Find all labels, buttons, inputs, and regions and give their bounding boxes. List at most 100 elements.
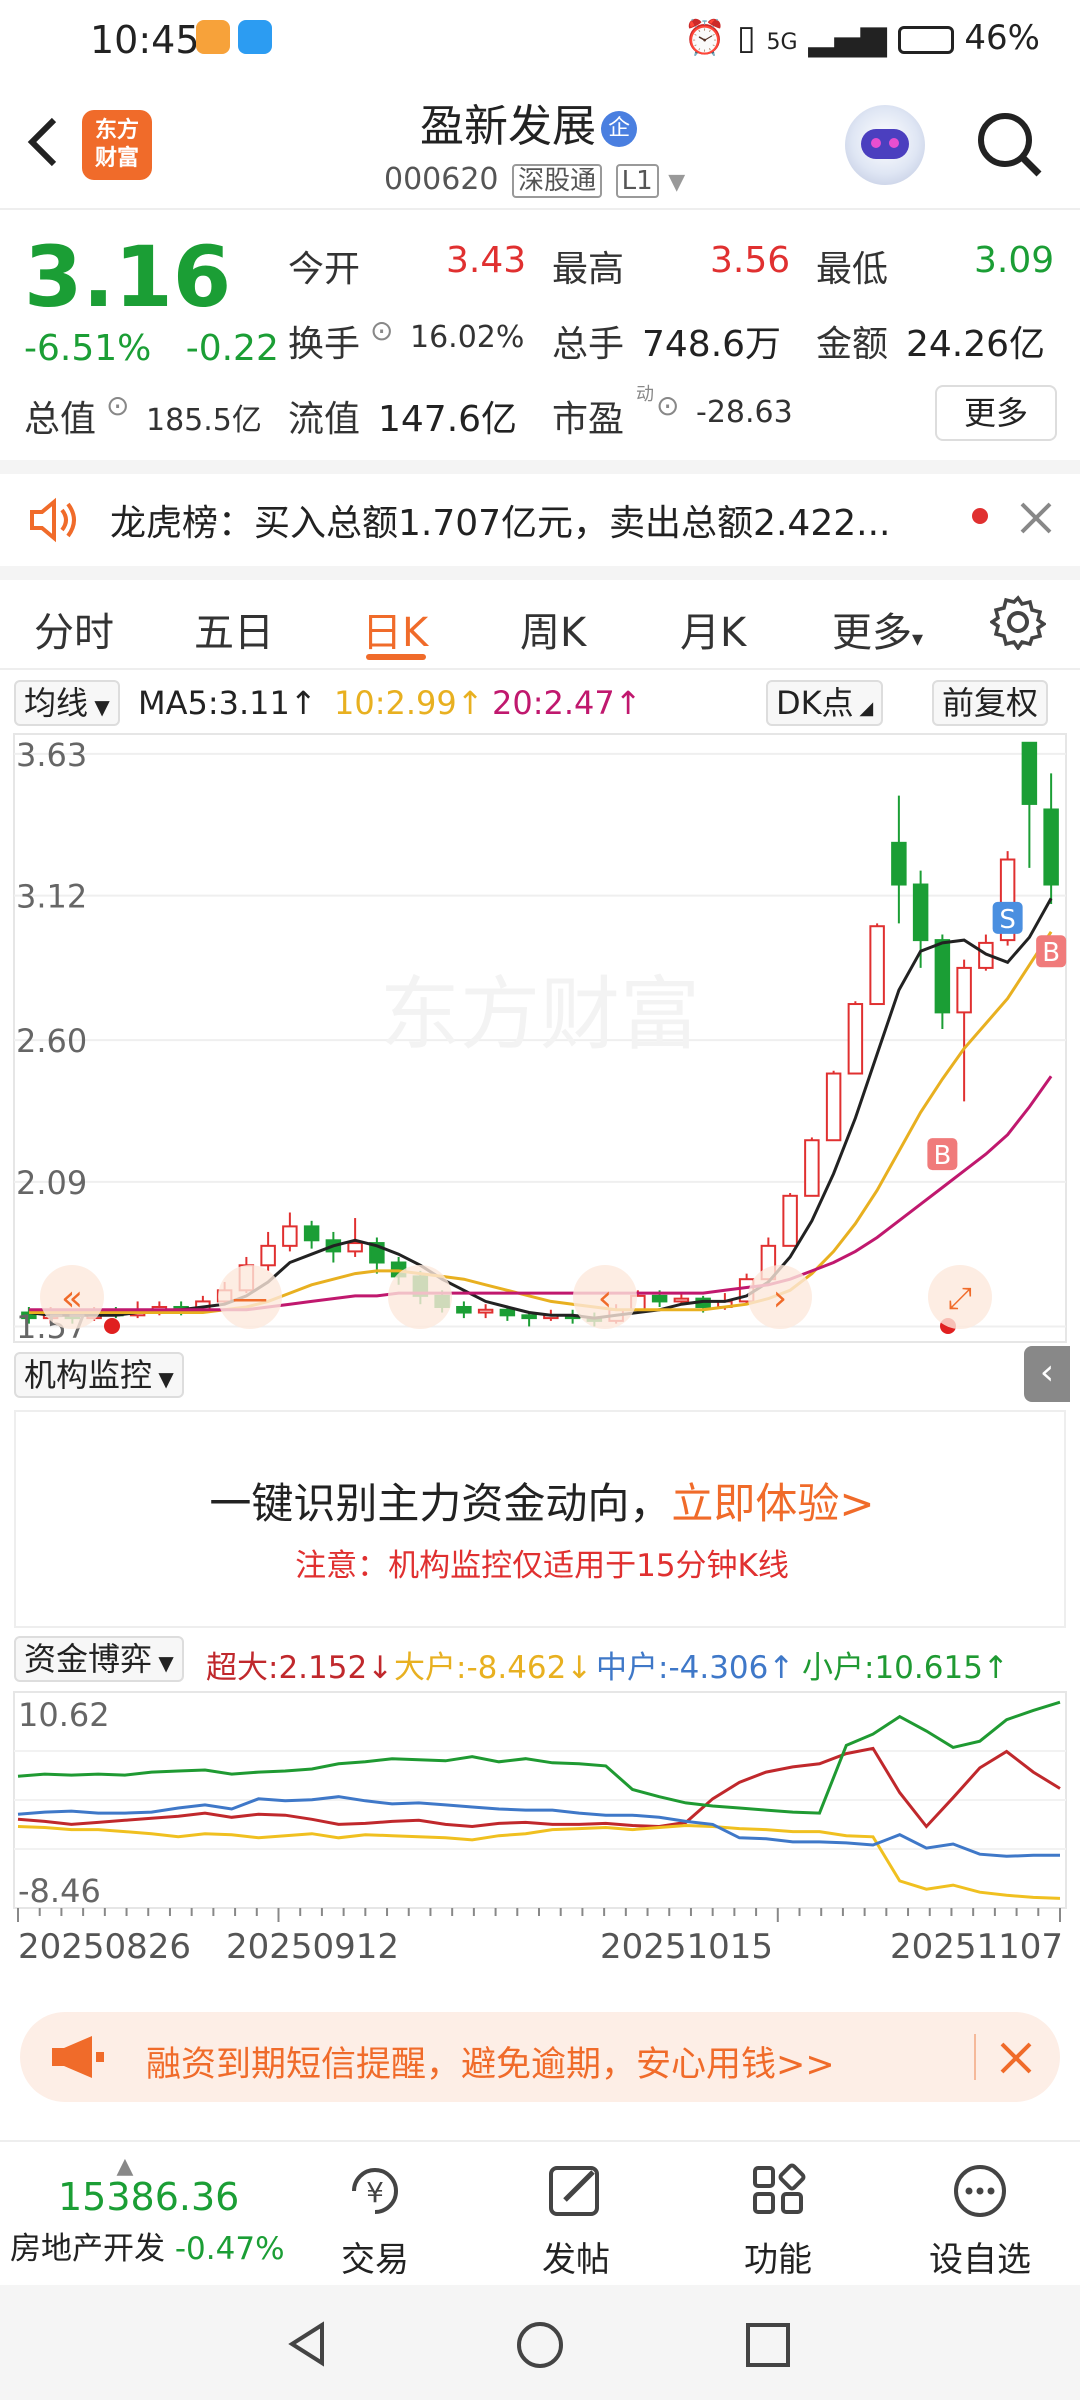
sector-index[interactable]: ▲ 15386.36 房地产开发 -0.47% [10,2154,310,2268]
tab-more[interactable]: 更多▾ [832,600,923,658]
kline-chart[interactable]: 东方财富 3.63 3.12 2.60 2.09 1.57 SBB « — ‹ › ⤢ [0,732,1080,1346]
chevron-left-icon: ‹ [598,1278,612,1319]
dropdown-icon: ▼ [152,1651,174,1675]
search-icon [978,113,1042,177]
high-value: 3.56 [710,240,791,281]
amount-label: 金额 [816,324,889,365]
sector-change: -0.47% [174,2231,285,2267]
edit-icon [549,2166,599,2216]
trade-button[interactable]: ¥ 交易 [305,2160,445,2281]
more-dots-icon [954,2165,1006,2217]
dk-label: DK点 [776,684,854,722]
close-icon[interactable] [1018,500,1054,536]
pe-superscript: 动 [636,384,654,405]
financing-reminder-banner[interactable]: 融资到期短信提醒，避免逾期，安心用钱>> [20,2012,1060,2102]
zoom-in-button[interactable] [388,1265,452,1329]
more-quote-button[interactable]: 更多 [935,385,1057,441]
post-label: 发帖 [542,2240,610,2280]
institution-selector[interactable]: 机构监控 ▼ [14,1352,184,1398]
svg-text:S: S [999,905,1016,935]
fund-ymax-label: 10.62 [18,1696,110,1734]
large-value: 大户:-8.462↓ [394,1650,593,1686]
candle [804,1137,820,1197]
info-icon[interactable]: ⊙ [656,389,679,422]
fund-flow-chart[interactable]: 10.62 -8.46 20250826 20250912 20251015 2… [0,1690,1080,1990]
section-divider [0,566,1080,580]
low-label: 最低 [816,249,889,290]
volume-value: 748.6万 [642,324,782,365]
info-icon[interactable]: ⊙ [370,314,393,347]
candle [934,934,951,1030]
nav-recents-icon[interactable] [744,2321,792,2369]
speaker-icon [30,497,76,543]
total-cap-label: 总值 [24,399,97,440]
gear-icon[interactable] [990,594,1046,650]
dk-point-button[interactable]: DK点 ◢ [766,680,884,726]
nav-home-icon[interactable] [514,2319,566,2371]
ma20-value: 20:2.47↑ [492,684,642,722]
try-now-link[interactable]: 立即体验> [671,1479,874,1528]
tab-intraday[interactable]: 分时 [34,600,114,658]
app-logo[interactable]: 东方 财富 [82,110,152,180]
chart-tabs: 分时 五日 日K 周K 月K 更多▾ [0,580,1080,670]
ma10-value: 10:2.99↑ [334,684,484,722]
institution-selector-label: 机构监控 [24,1356,153,1394]
add-favorite-button[interactable]: 设自选 [910,2160,1050,2281]
y-tick-label: 3.12 [16,878,87,916]
watermark: 东方财富 [380,968,700,1061]
change-percent: -6.51% [24,328,152,369]
search-button[interactable] [975,110,1045,180]
battery-percent: 46% [964,18,1040,58]
low-value: 3.09 [974,240,1055,281]
turnover-label: 换手 [288,324,361,365]
institution-monitor-panel[interactable]: 一键识别主力资金动向，立即体验> 注意：机构监控仅适用于15分钟K线 [14,1410,1066,1628]
logo-text-bottom: 财富 [94,146,139,171]
fund-selector[interactable]: 资金博弈 ▼ [14,1636,184,1682]
candle [347,1218,363,1257]
adjust-button[interactable]: 前复权 [932,680,1049,726]
fund-selector-label: 资金博弈 [24,1640,153,1678]
add-favorite-label: 设自选 [929,2240,1031,2280]
pe-value: -28.63 [696,395,793,430]
nav-back-icon[interactable] [282,2319,332,2369]
date-label: 20250912 [226,1927,399,1967]
candle [847,1001,864,1075]
post-button[interactable]: 发帖 [506,2160,646,2281]
robot-assistant-avatar[interactable] [845,105,925,185]
kline-svg: 东方财富 3.633.122.602.091.57 SBB « — ‹ › ⤢ [13,733,1067,1346]
vibrate-icon: ▯ [736,18,756,58]
weather-app-icon [238,20,272,54]
close-icon[interactable] [998,2040,1034,2076]
dragon-tiger-notice[interactable]: 龙虎榜：买入总额1.707亿元，卖出总额2.422... [0,474,1080,566]
trade-signal-marker[interactable]: B [1036,935,1067,968]
candle [303,1220,320,1249]
bottom-toolbar: ▲ 15386.36 房地产开发 -0.47% ¥ 交易 发帖 功能 设自选 [0,2140,1080,2285]
tab-daily-k[interactable]: 日K [362,600,428,658]
tab-five-day[interactable]: 五日 [194,600,274,658]
stock-name: 盈新发展 [420,101,596,152]
sector-index-value: 15386.36 [58,2175,240,2219]
candle [956,959,972,1102]
ma-selector[interactable]: 均线 ▼ [14,680,120,726]
trade-signal-marker[interactable]: S [992,901,1023,935]
tab-weekly-k[interactable]: 周K [520,600,586,658]
stock-code-line[interactable]: 000620 深股通 L1 ▼ [384,160,685,198]
institution-note: 注意：机构监控仅适用于15分钟K线 [295,1548,789,1584]
y-tick-label: 2.60 [16,1022,87,1060]
tab-monthly-k[interactable]: 月K [680,600,746,658]
back-button[interactable] [20,110,70,180]
total-cap-value: 185.5亿 [146,403,262,438]
fund-ymin-label: -8.46 [18,1872,101,1910]
connect-tag: 深股通 [512,164,603,198]
collapse-panel-button[interactable]: ‹ [1024,1346,1070,1402]
functions-button[interactable]: 功能 [708,2160,848,2281]
trade-signal-marker[interactable]: B [927,1138,958,1171]
info-icon[interactable]: ⊙ [106,389,129,422]
double-chevron-left-icon: « [61,1278,83,1319]
candle [891,795,907,924]
small-value: 小户:10.615↑ [802,1650,1009,1686]
active-tab-indicator [366,654,426,660]
ma20-line [28,1075,1053,1312]
back-arrow-icon [27,117,57,167]
pe-label: 市盈 [552,399,625,440]
